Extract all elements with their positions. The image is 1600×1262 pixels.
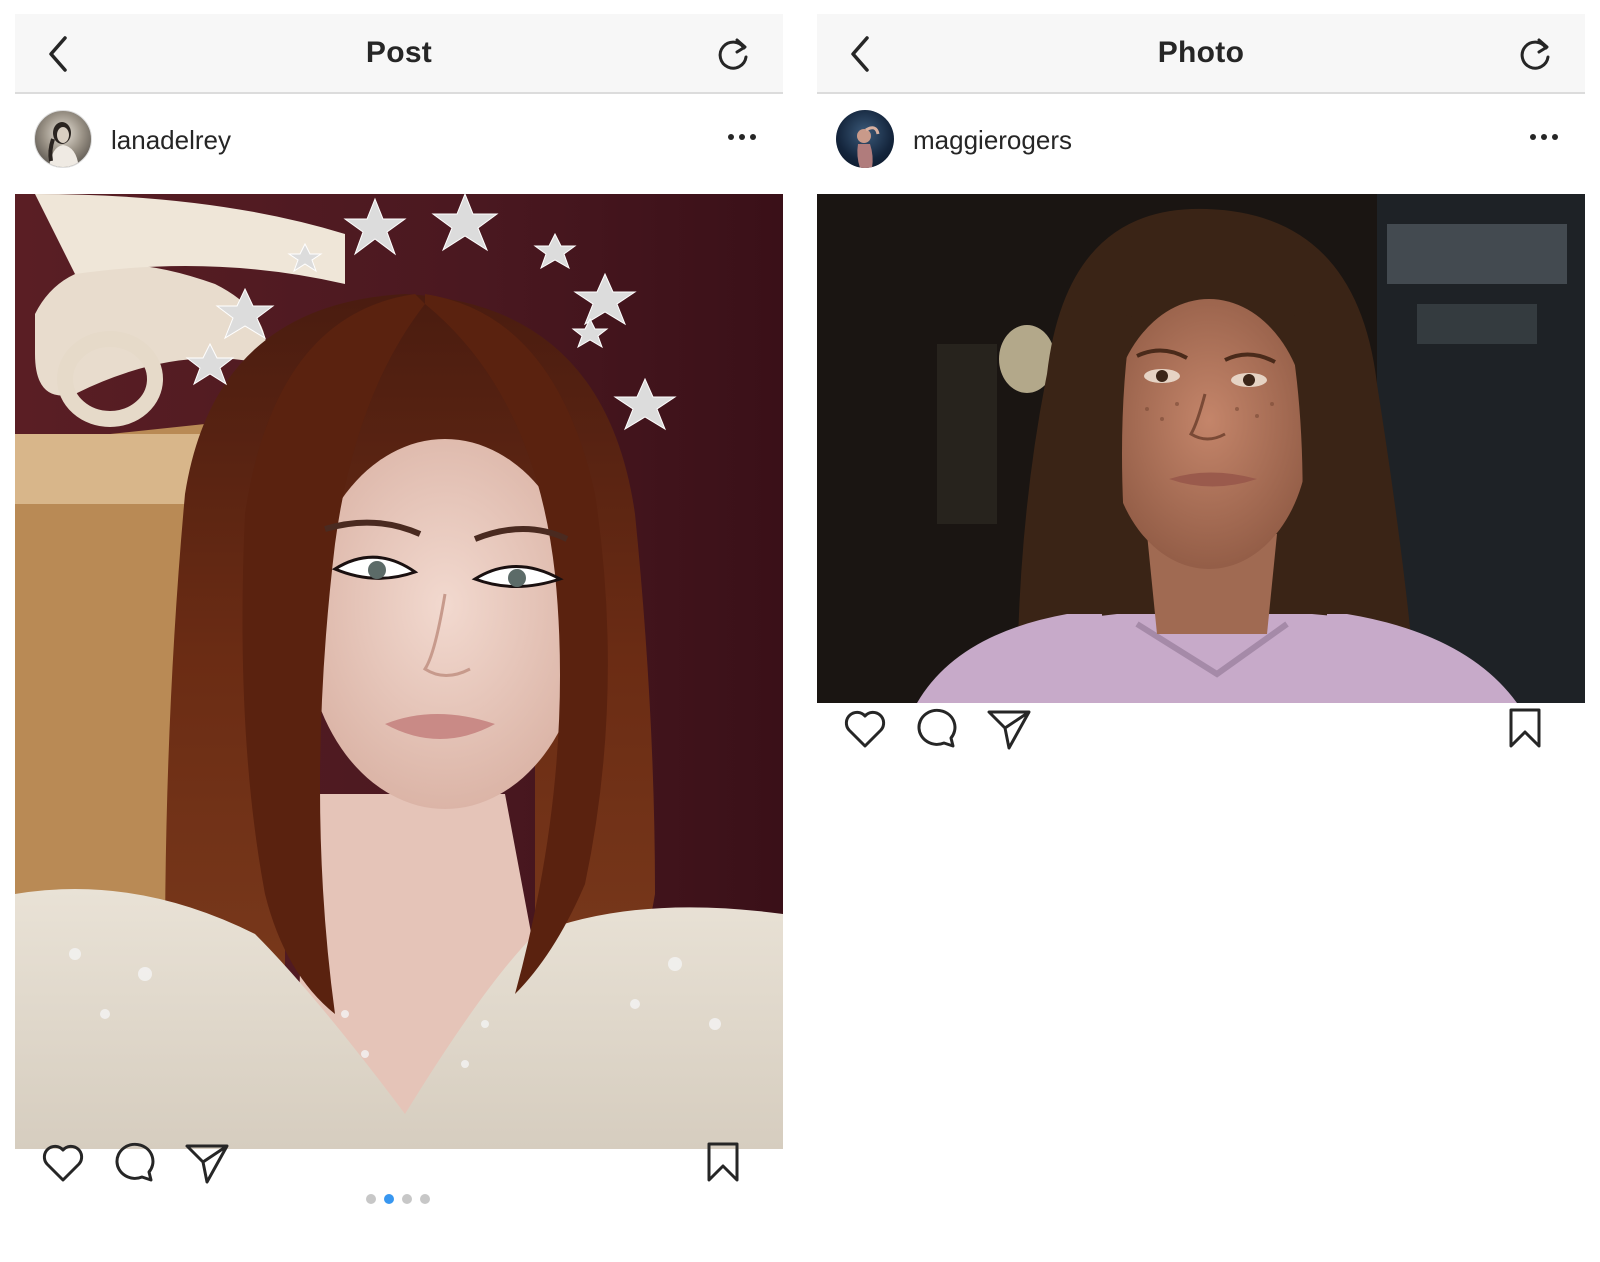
username[interactable]: maggierogers [913, 125, 1072, 156]
username[interactable]: lanadelrey [111, 125, 231, 156]
page-title: Post [365, 36, 433, 69]
bookmark-icon[interactable] [1501, 704, 1549, 752]
post-photo[interactable] [15, 194, 783, 1149]
navigation-bar: Photo [817, 14, 1585, 94]
photo-screen: Photo maggierogers [817, 14, 1585, 1262]
navigation-bar: Post [15, 14, 783, 94]
send-icon[interactable] [985, 704, 1033, 752]
send-icon[interactable] [183, 1138, 231, 1186]
avatar[interactable] [836, 110, 894, 168]
page-title: Photo [1157, 36, 1245, 69]
carousel-dot [366, 1194, 376, 1204]
carousel-dot-active [384, 1194, 394, 1204]
more-horizontal-icon[interactable] [1529, 130, 1559, 144]
bookmark-icon[interactable] [699, 1138, 747, 1186]
refresh-icon[interactable] [713, 34, 753, 74]
post-photo[interactable] [817, 194, 1585, 703]
heart-icon[interactable] [841, 704, 889, 752]
carousel-indicator [366, 1191, 438, 1204]
comment-icon[interactable] [111, 1138, 159, 1186]
post-header: lanadelrey [15, 94, 783, 194]
post-header: maggierogers [817, 94, 1585, 194]
heart-icon[interactable] [39, 1138, 87, 1186]
carousel-dot [420, 1194, 430, 1204]
post-screen: Post lanadelrey [15, 14, 783, 1262]
comment-icon[interactable] [913, 704, 961, 752]
refresh-icon[interactable] [1515, 34, 1555, 74]
carousel-dot [402, 1194, 412, 1204]
avatar[interactable] [34, 110, 92, 168]
more-horizontal-icon[interactable] [727, 130, 757, 144]
